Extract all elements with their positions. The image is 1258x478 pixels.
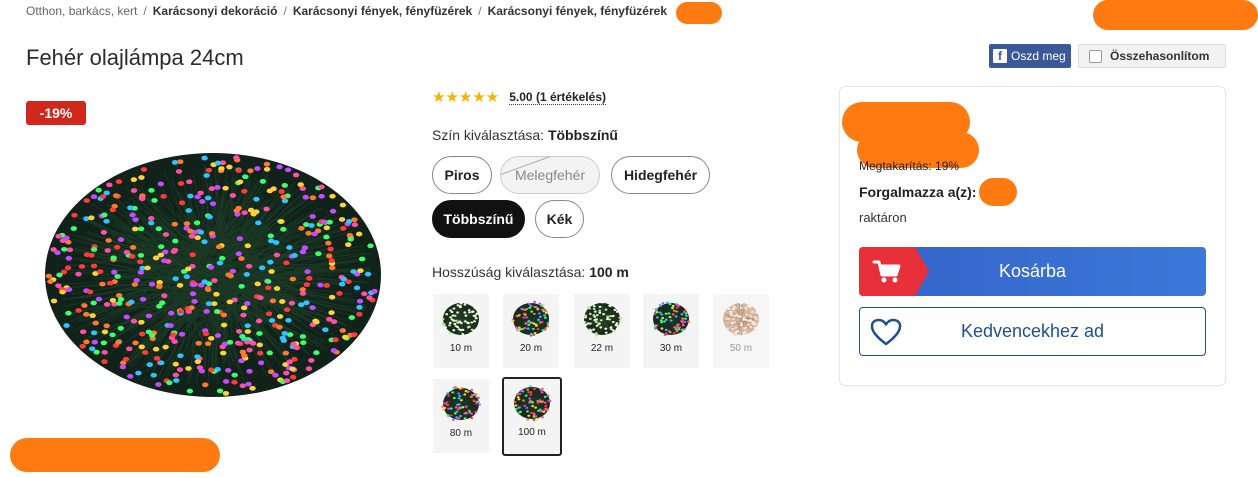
length-option-10m[interactable]: 10 m	[433, 294, 489, 368]
color-option-title: Szín kiválasztása:	[432, 127, 545, 143]
color-option-hidegfeher[interactable]: Hidegfehér	[611, 156, 710, 194]
add-to-favorites-button[interactable]: Kedvencekhez ad	[859, 307, 1206, 356]
facebook-share-button[interactable]: f Oszd meg	[989, 44, 1071, 68]
add-to-cart-label: Kosárba	[998, 261, 1067, 281]
product-title: Fehér olajlámpa 24cm	[26, 45, 244, 70]
distributor-label: Forgalmazza a(z):	[859, 184, 977, 200]
redaction-mark	[10, 438, 220, 472]
length-option-20m[interactable]: 20 m	[503, 294, 559, 368]
color-option-piros[interactable]: Piros	[432, 156, 492, 194]
length-option-label: 22 m	[590, 343, 614, 354]
light-string-thumbnail	[583, 301, 622, 338]
color-option-kek[interactable]: Kék	[535, 200, 584, 238]
light-string-thumbnail	[653, 301, 691, 336]
saving-text: Megtakarítás: 19%	[859, 159, 960, 173]
length-option-100m[interactable]: 100 m	[502, 377, 562, 456]
length-option-selected: 100 m	[589, 264, 629, 280]
cart-icon	[859, 247, 929, 296]
length-option-label: 10 m	[449, 343, 473, 354]
redaction-mark	[1093, 0, 1258, 30]
color-option-tobbszinu[interactable]: Többszínű	[432, 200, 525, 238]
breadcrumb-separator: /	[143, 4, 147, 18]
redaction-mark	[676, 2, 722, 24]
length-option-label: 100 m	[518, 427, 546, 438]
christmas-light-string-image	[45, 153, 381, 397]
breadcrumb-item-christmas-decor[interactable]: Karácsonyi dekoráció	[153, 4, 278, 18]
add-to-favorites-label: Kedvencekhez ad	[960, 321, 1105, 341]
length-option-label: 50 m	[729, 343, 753, 354]
length-option-label: 80 m	[449, 428, 473, 439]
color-option-melegfeher[interactable]: Melegfehér	[500, 156, 600, 194]
star-rating-icon: ★★★★★	[432, 89, 500, 106]
discount-badge: -19%	[26, 101, 86, 125]
breadcrumb-item-home[interactable]: Otthon, barkács, kert	[26, 4, 137, 18]
compare-checkbox[interactable]	[1089, 49, 1102, 63]
length-option-80m[interactable]: 80 m	[433, 379, 489, 453]
compare-label: Összehasonlítom	[1110, 49, 1210, 63]
light-string-thumbnail	[511, 300, 550, 337]
length-option-50m[interactable]: 50 m	[713, 294, 769, 368]
breadcrumb: Otthon, barkács, kert / Karácsonyi dekorác…	[26, 4, 667, 18]
breadcrumb-separator: /	[478, 4, 482, 18]
share-label: Oszd meg	[1011, 49, 1066, 63]
length-option-title: Hosszúság kiválasztása:	[432, 264, 586, 280]
light-string-thumbnail	[441, 300, 479, 336]
color-option-label: Szín kiválasztása: Többszínű	[432, 127, 618, 143]
length-option-label: Hosszúság kiválasztása: 100 m	[432, 264, 629, 280]
rating-link[interactable]: 5.00 (1 értékelés)	[509, 90, 606, 105]
heart-icon	[870, 318, 902, 346]
breadcrumb-item-christmas-lights[interactable]: Karácsonyi fények, fényfüzérek	[293, 4, 472, 18]
facebook-icon: f	[993, 49, 1007, 63]
length-option-22m[interactable]: 22 m	[574, 294, 630, 368]
stock-status: raktáron	[859, 210, 907, 225]
breadcrumb-item-current[interactable]: Karácsonyi fények, fényfüzérek	[488, 4, 667, 18]
compare-button[interactable]: Összehasonlítom	[1078, 44, 1226, 68]
length-option-30m[interactable]: 30 m	[643, 294, 699, 368]
color-option-selected: Többszínű	[547, 127, 618, 143]
color-option-label: Melegfehér	[514, 167, 586, 183]
rating: ★★★★★ 5.00 (1 értékelés)	[432, 88, 606, 106]
breadcrumb-separator: /	[283, 4, 287, 18]
cart-glyph	[872, 260, 901, 282]
light-string-thumbnail	[441, 386, 481, 421]
length-option-label: 20 m	[519, 343, 543, 354]
add-to-cart-button[interactable]: Kosárba	[859, 247, 1206, 296]
light-string-thumbnail	[723, 302, 759, 337]
light-string-thumbnail	[513, 385, 552, 421]
length-option-label: 30 m	[659, 343, 683, 354]
